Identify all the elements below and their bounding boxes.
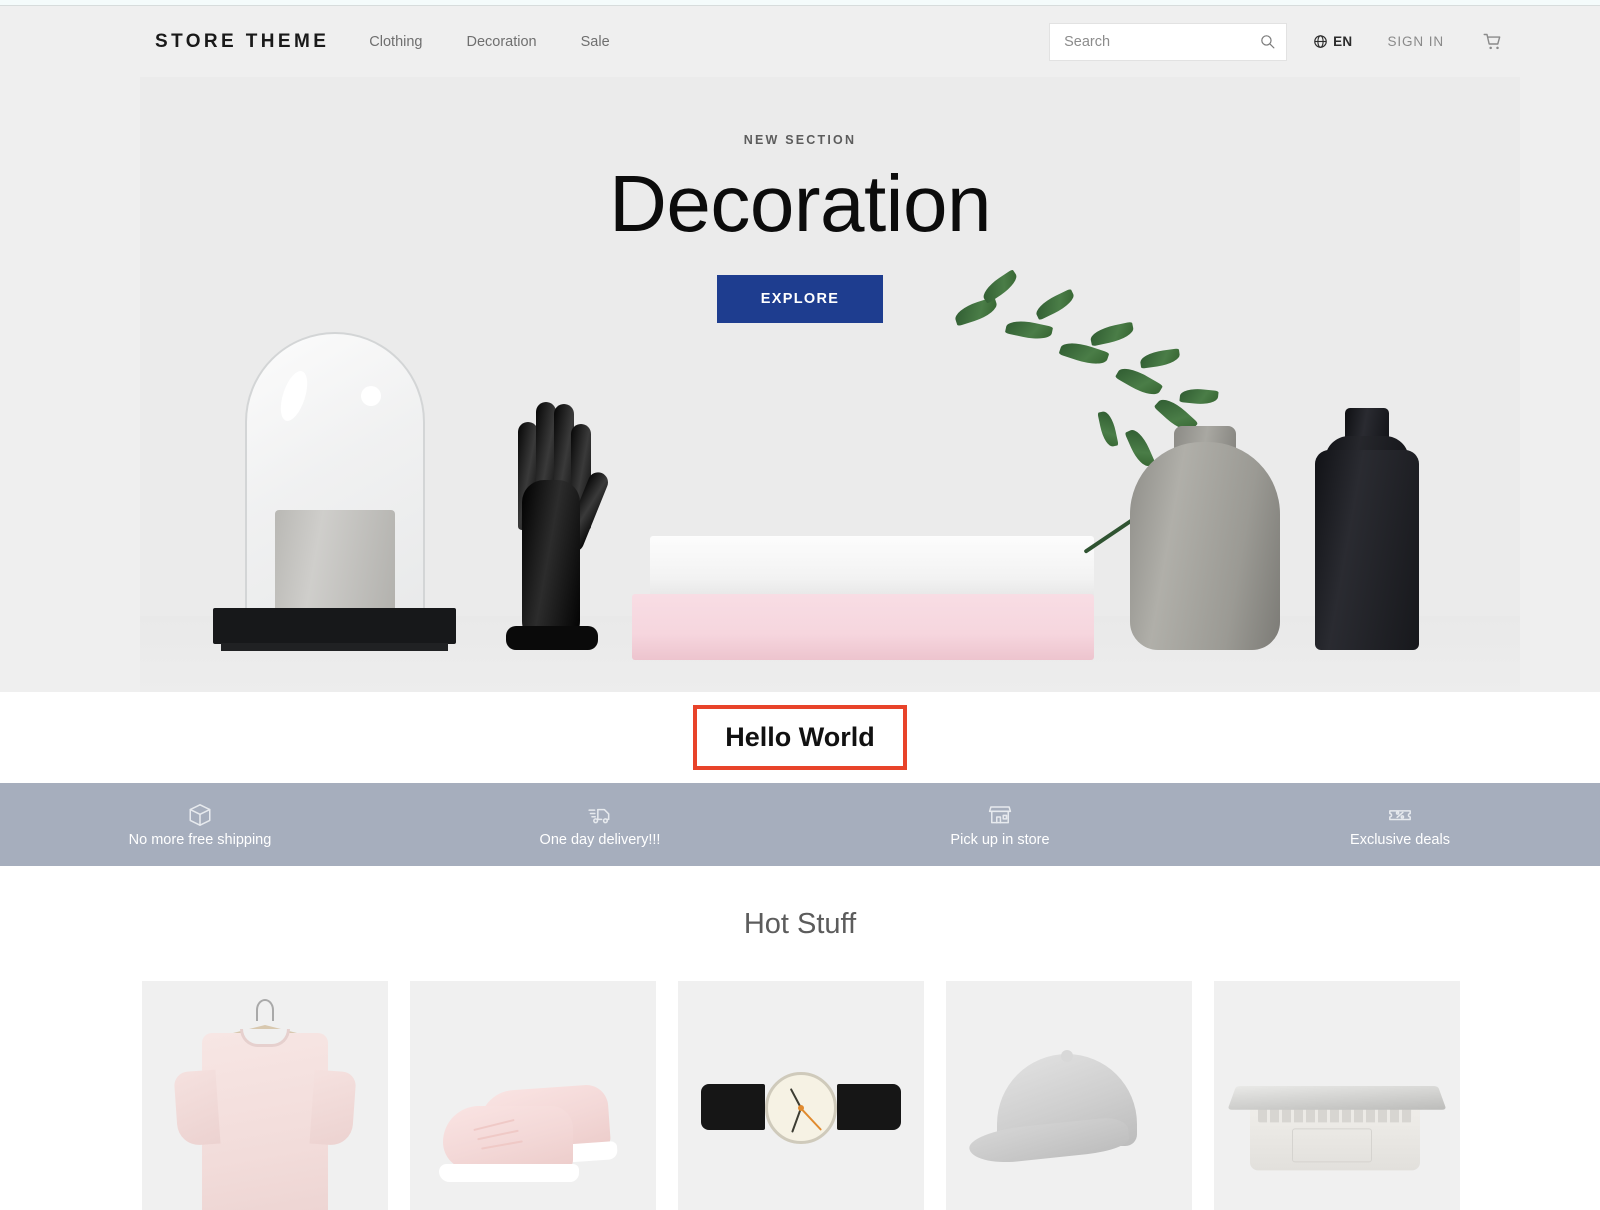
storefront-icon — [988, 805, 1012, 823]
hero-title: Decoration — [609, 159, 991, 248]
site-logo[interactable]: STORE THEME — [155, 31, 329, 53]
product-image-silver-laptop — [1227, 1062, 1447, 1182]
product-grid — [0, 941, 1600, 1210]
hero-object-grey-vase — [952, 269, 1280, 650]
search-input[interactable] — [1064, 33, 1260, 50]
nav-item-decoration[interactable]: Decoration — [467, 34, 537, 50]
product-image-pink-sneakers — [423, 1056, 643, 1186]
product-image-grey-cap — [967, 1049, 1169, 1174]
main-navigation: Clothing Decoration Sale — [369, 34, 609, 50]
feature-one-day-delivery[interactable]: One day delivery!!! — [400, 802, 800, 848]
hello-world-band: Hello World — [0, 692, 1600, 783]
feature-label: One day delivery!!! — [539, 831, 661, 848]
hero-eyebrow: NEW SECTION — [743, 133, 857, 147]
bottle-body — [1315, 450, 1419, 650]
hero-object-black-bottle — [1315, 405, 1419, 650]
book-pink — [632, 594, 1094, 660]
globe-icon — [1314, 35, 1327, 48]
hello-world-box: Hello World — [693, 705, 907, 770]
feature-no-more-free-shipping[interactable]: No more free shipping — [0, 802, 400, 848]
explore-button[interactable]: EXPLORE — [716, 275, 884, 324]
nav-item-sale[interactable]: Sale — [581, 34, 610, 50]
product-card-sneakers[interactable] — [410, 981, 656, 1210]
features-bar: No more free shipping One day delivery!!… — [0, 783, 1600, 866]
language-label: EN — [1333, 34, 1353, 49]
product-card-cap[interactable] — [946, 981, 1192, 1210]
hero-object-black-hand — [500, 360, 612, 650]
package-box-icon — [189, 803, 211, 826]
search-icon[interactable] — [1259, 33, 1276, 50]
product-card-watch[interactable] — [678, 981, 924, 1210]
language-selector[interactable]: EN — [1313, 34, 1352, 49]
feature-exclusive-deals[interactable]: Exclusive deals — [1200, 802, 1600, 848]
hello-world-text: Hello World — [725, 722, 875, 752]
feature-label: No more free shipping — [128, 831, 272, 848]
page-root: STORE THEME Clothing Decoration Sale Sea… — [0, 0, 1600, 1210]
vase-body — [1130, 442, 1280, 650]
cart-icon — [1483, 33, 1501, 49]
search-box[interactable] — [1049, 22, 1288, 61]
hero-banner: NEW SECTION Decoration EXPLORE — [0, 77, 1600, 692]
nav-item-clothing[interactable]: Clothing — [369, 34, 422, 50]
cart-button[interactable] — [1482, 32, 1504, 52]
discount-ticket-icon — [1389, 809, 1411, 820]
hand-palm-and-stand — [506, 480, 598, 650]
cloche-black-base — [213, 608, 456, 651]
hero-object-stacked-books — [632, 536, 1094, 666]
hot-stuff-heading: Hot Stuff — [743, 908, 857, 940]
delivery-truck-icon — [588, 808, 610, 823]
product-image-pink-tshirt — [173, 999, 357, 1210]
feature-pick-up-in-store[interactable]: Pick up in store — [800, 802, 1200, 848]
feature-label: Exclusive deals — [1350, 831, 1450, 848]
product-card-tshirt[interactable] — [142, 981, 388, 1210]
site-header: STORE THEME Clothing Decoration Sale Sea… — [0, 6, 1600, 77]
header-actions: EN SIGN IN — [1049, 22, 1504, 61]
feature-label: Pick up in store — [950, 831, 1050, 848]
book-white — [650, 536, 1094, 598]
product-card-laptop[interactable] — [1214, 981, 1460, 1210]
product-image-black-watch — [701, 1071, 901, 1144]
cloche-concrete-cylinder — [275, 510, 395, 618]
sign-in-link[interactable]: SIGN IN — [1387, 34, 1444, 49]
hero-text-block: NEW SECTION Decoration EXPLORE — [0, 133, 1600, 324]
hero-object-glass-cloche — [213, 314, 456, 651]
